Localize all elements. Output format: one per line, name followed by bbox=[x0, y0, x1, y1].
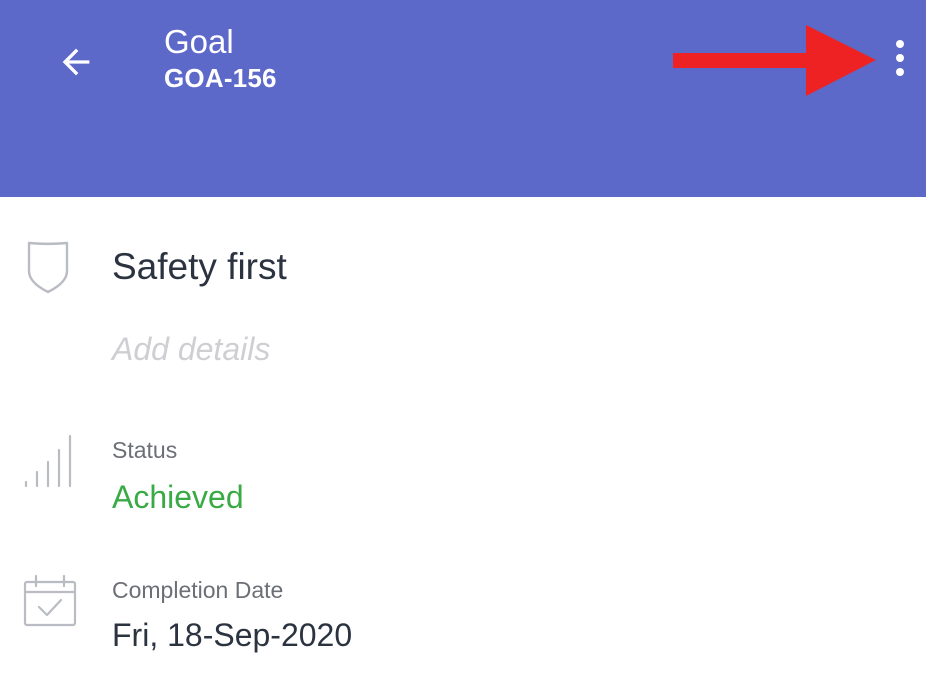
details-input[interactable]: Add details bbox=[112, 328, 270, 370]
annotation-arrow bbox=[673, 25, 876, 96]
completion-date-value[interactable]: Fri, 18-Sep-2020 bbox=[112, 614, 352, 656]
status-value[interactable]: Achieved bbox=[112, 476, 244, 518]
signal-bars-icon bbox=[24, 434, 72, 488]
more-vertical-icon-dot bbox=[896, 54, 904, 62]
title-block: Goal GOA-156 bbox=[164, 22, 277, 94]
calendar-check-icon bbox=[23, 574, 77, 627]
status-label: Status bbox=[112, 437, 178, 463]
goal-detail-screen: Goal GOA-156 Safety first Add details St… bbox=[0, 0, 926, 686]
more-vertical-icon-dot bbox=[896, 68, 904, 76]
completion-date-label: Completion Date bbox=[112, 577, 284, 603]
shield-icon bbox=[27, 241, 69, 294]
arrow-left-icon bbox=[62, 48, 90, 76]
more-options-button[interactable] bbox=[878, 34, 922, 82]
page-title: Goal bbox=[164, 23, 234, 60]
goal-name[interactable]: Safety first bbox=[112, 244, 287, 290]
back-button[interactable] bbox=[48, 34, 104, 90]
more-vertical-icon bbox=[896, 40, 904, 48]
app-bar: Goal GOA-156 bbox=[0, 0, 926, 197]
goal-id: GOA-156 bbox=[164, 63, 277, 93]
